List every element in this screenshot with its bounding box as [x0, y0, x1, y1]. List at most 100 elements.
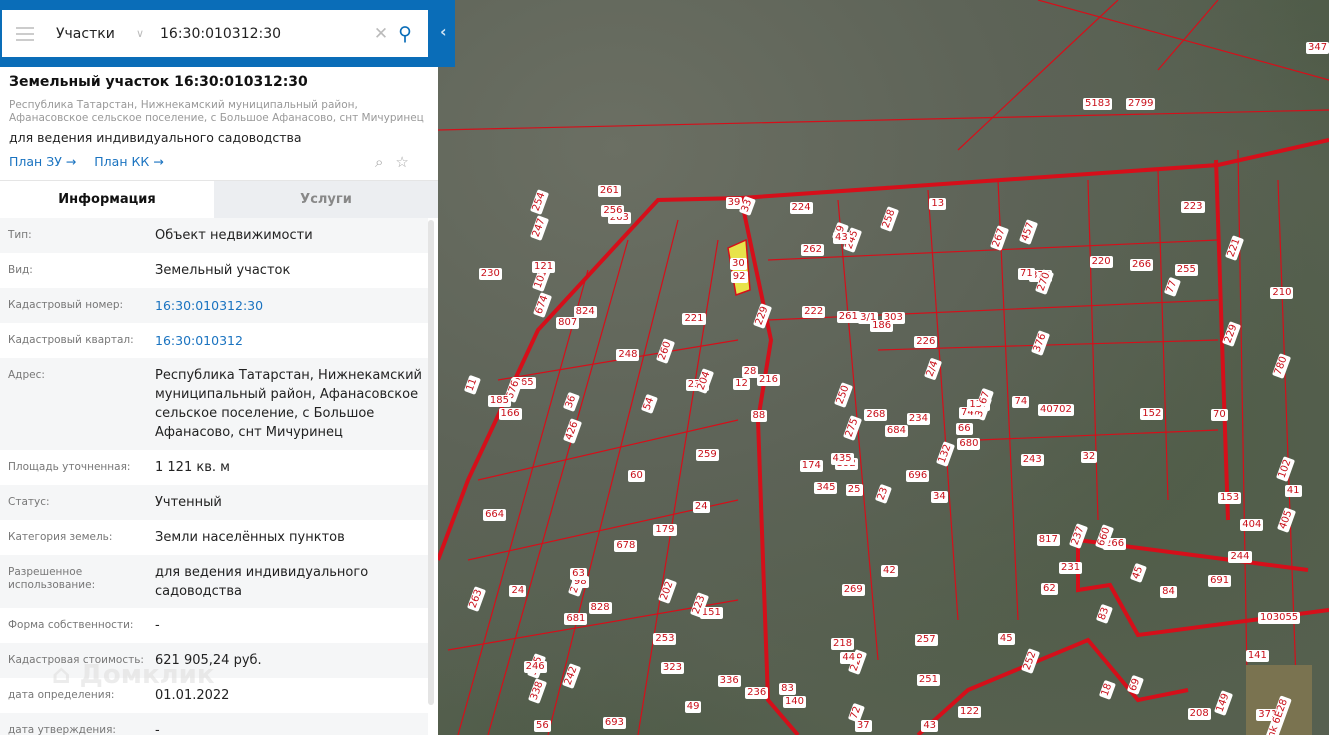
parcel-label[interactable]: 49	[684, 701, 702, 714]
cadastral-map[interactable]: 5183279934740702103055302380739230574315…	[438, 0, 1329, 735]
parcel-label[interactable]: 70	[1211, 409, 1228, 422]
parcel-label[interactable]: 66	[955, 423, 973, 436]
parcel-label[interactable]: 216	[756, 374, 781, 387]
parcel-label[interactable]: 103055	[1258, 612, 1301, 624]
parcel-label[interactable]: 226	[914, 335, 938, 348]
parcel-label[interactable]: 684	[884, 424, 908, 437]
parcel-label[interactable]: 223	[1181, 200, 1205, 213]
parcel-label[interactable]: 166	[498, 407, 522, 420]
parcel-label[interactable]: 262	[800, 243, 824, 256]
parcel-label[interactable]: 44	[840, 651, 858, 664]
tab-services[interactable]: Услуги	[214, 181, 438, 218]
parcel-label[interactable]: 5183	[1083, 98, 1113, 110]
parcel-label[interactable]: 2799	[1126, 98, 1156, 110]
parcel-label[interactable]: 244	[1228, 551, 1252, 564]
parcel-label[interactable]: 266	[1129, 258, 1154, 271]
parcel-label[interactable]: 25	[845, 483, 863, 496]
parcel-label[interactable]: 24	[509, 585, 527, 598]
parcel-label[interactable]: 74	[1012, 396, 1030, 409]
parcel-label[interactable]: 246	[523, 660, 547, 673]
parcel-label[interactable]: 251	[916, 674, 941, 687]
parcel-label[interactable]: 696	[906, 469, 930, 482]
parcel-label[interactable]: 37	[854, 719, 872, 732]
parcel-label[interactable]: 174	[799, 460, 823, 473]
parcel-label[interactable]: 12	[733, 378, 750, 391]
parcel-label[interactable]: 828	[588, 602, 612, 615]
parcel-label[interactable]: 179	[653, 524, 677, 537]
collapse-panel-icon[interactable]: ‹	[440, 22, 447, 41]
document-search-icon[interactable]: ⌕	[375, 153, 383, 171]
category-select[interactable]: Участки	[56, 26, 136, 42]
parcel-label[interactable]: 43	[833, 231, 850, 244]
parcel-label[interactable]: 122	[958, 705, 982, 718]
parcel-label[interactable]: 678	[614, 540, 638, 553]
parcel-label[interactable]: 269	[841, 583, 865, 596]
parcel-label[interactable]: 34	[930, 491, 948, 504]
parcel-label[interactable]: 253	[653, 633, 677, 646]
parcel-label[interactable]: 257	[914, 633, 938, 646]
menu-icon[interactable]	[16, 23, 34, 45]
parcel-label[interactable]: 256	[601, 205, 625, 218]
plan-zu-link[interactable]: План ЗУ →	[9, 154, 76, 169]
parcel-label[interactable]: 347	[1306, 42, 1329, 54]
scrollbar[interactable]	[428, 220, 434, 705]
parcel-label[interactable]: 210	[1270, 287, 1294, 300]
parcel-label[interactable]: 56	[534, 719, 551, 732]
parcel-label[interactable]: 231	[1059, 561, 1083, 574]
parcel-label[interactable]: 42	[880, 564, 898, 577]
chevron-down-icon[interactable]: ∨	[136, 27, 160, 40]
clear-icon[interactable]: ✕	[374, 24, 388, 44]
parcel-label[interactable]: 817	[1036, 534, 1060, 547]
parcel-label[interactable]: 259	[695, 448, 719, 461]
parcel-label[interactable]: 404	[1240, 519, 1264, 532]
parcel-label[interactable]: 62	[1041, 583, 1058, 596]
parcel-label[interactable]: 92	[730, 271, 748, 284]
parcel-label[interactable]: 236	[745, 687, 769, 700]
parcel-label[interactable]: 248	[616, 349, 640, 362]
plan-kk-link[interactable]: План КК →	[94, 154, 163, 169]
parcel-label[interactable]: 268	[864, 408, 888, 421]
parcel-label[interactable]: 218	[831, 637, 855, 650]
parcel-label[interactable]: 824	[573, 305, 597, 318]
search-icon[interactable]: ⚲	[398, 23, 412, 45]
parcel-label[interactable]: 43	[921, 719, 939, 732]
parcel-label[interactable]: 345	[814, 482, 838, 495]
search-input[interactable]: 16:30:010312:30	[160, 26, 374, 42]
parcel-label[interactable]: 336	[717, 675, 741, 688]
parcel-label[interactable]: 323	[660, 662, 684, 675]
parcel-label[interactable]: 681	[564, 613, 588, 626]
parcel-label[interactable]: 230	[478, 268, 502, 281]
parcel-label[interactable]: 186	[870, 320, 894, 333]
parcel-label[interactable]: 63	[570, 567, 587, 580]
parcel-label[interactable]: 261	[836, 310, 860, 323]
parcel-label[interactable]: 224	[789, 202, 813, 215]
parcel-label[interactable]: 140	[782, 695, 807, 708]
parcel-label[interactable]: 261	[597, 185, 621, 198]
parcel-label[interactable]: 234	[906, 412, 930, 425]
info-row-value[interactable]: 16:30:010312	[155, 331, 425, 350]
parcel-label[interactable]: 40702	[1038, 404, 1074, 416]
parcel-label[interactable]: 28	[741, 366, 759, 379]
parcel-label[interactable]: 693	[602, 717, 626, 730]
parcel-label[interactable]: 185	[487, 395, 511, 408]
parcel-label[interactable]: 71	[1018, 268, 1035, 281]
parcel-label[interactable]: 691	[1208, 574, 1232, 587]
parcel-label[interactable]: 255	[1174, 263, 1198, 276]
parcel-label[interactable]: 807	[556, 316, 580, 329]
parcel-label[interactable]: 680	[957, 438, 981, 451]
parcel-label[interactable]: 88	[750, 410, 768, 423]
parcel-label[interactable]: 83	[779, 683, 796, 696]
parcel-label[interactable]: 208	[1187, 707, 1211, 720]
parcel-label[interactable]: 60	[628, 469, 645, 482]
info-row-value[interactable]: 16:30:010312:30	[155, 296, 425, 315]
parcel-label[interactable]: 41	[1284, 484, 1302, 497]
parcel-label[interactable]: 30	[730, 258, 747, 270]
parcel-label[interactable]: 121	[532, 261, 556, 274]
parcel-label[interactable]: 45	[997, 632, 1015, 645]
parcel-label[interactable]: 664	[483, 509, 507, 522]
parcel-label[interactable]: 32	[1080, 450, 1098, 463]
parcel-label[interactable]: 153	[1218, 491, 1242, 504]
star-icon[interactable]: ☆	[395, 153, 408, 171]
parcel-label[interactable]: 243	[1020, 454, 1044, 467]
parcel-label[interactable]: 13	[929, 198, 947, 210]
